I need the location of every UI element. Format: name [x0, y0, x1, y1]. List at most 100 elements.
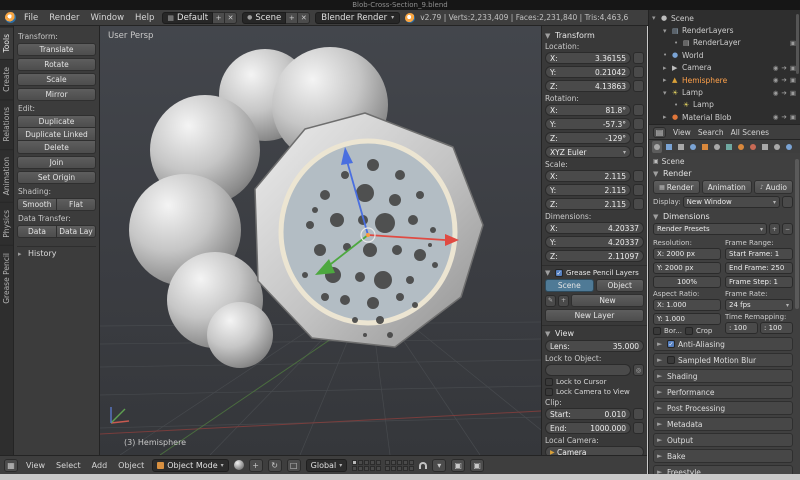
aspect-y-field[interactable]: Y: 1.000 — [653, 313, 721, 325]
start-frame-field[interactable]: Start Frame: 1 — [725, 248, 793, 260]
render-presets-select[interactable]: Render Presets ▾ — [653, 223, 767, 235]
tab-material-icon[interactable] — [748, 141, 758, 153]
add-menu[interactable]: Add — [89, 461, 111, 470]
lock-icon[interactable] — [633, 408, 644, 420]
duplicate-linked-button[interactable]: Duplicate Linked — [17, 128, 96, 141]
properties-scrollbar[interactable] — [795, 159, 799, 309]
rotation-mode-select[interactable]: XYZ Euler ▾ — [545, 146, 631, 158]
lock-icon[interactable] — [633, 118, 644, 130]
visibility-icon[interactable]: ◉ — [773, 89, 779, 97]
outliner-row-renderlayer[interactable]: • ▤ RenderLayer ▣ — [651, 37, 798, 49]
scale-button[interactable]: Scale — [17, 73, 96, 86]
resolution-percentage-field[interactable]: 100% — [653, 276, 721, 288]
outliner-search-menu[interactable]: Search — [698, 128, 724, 137]
renderability-icon[interactable]: ▣ — [790, 76, 796, 84]
selectability-icon[interactable]: ➔ — [781, 89, 786, 97]
display-select[interactable]: New Window ▾ — [682, 196, 780, 208]
outliner-view-menu[interactable]: View — [673, 128, 691, 137]
smooth-button[interactable]: Smooth — [17, 198, 57, 211]
expander-icon[interactable]: ▾ — [663, 27, 670, 35]
lens-field[interactable]: Lens: 35.000 — [545, 340, 644, 352]
gp-object-toggle[interactable]: Object — [595, 279, 644, 292]
lock-icon[interactable] — [633, 104, 644, 116]
render-panel-header[interactable]: ▼ Render — [653, 167, 793, 180]
tab-object-icon[interactable] — [700, 141, 710, 153]
lock-camera-checkbox[interactable] — [545, 388, 553, 396]
metadata-panel-header[interactable]: ► Metadata — [653, 417, 793, 431]
outliner-row-scene[interactable]: ▾ ● Scene — [651, 12, 798, 24]
lock-icon[interactable] — [633, 80, 644, 92]
remap-old-field[interactable]: : 100 — [725, 322, 758, 334]
opengl-render-anim-button[interactable]: ▣ — [470, 458, 485, 472]
eyedropper-icon[interactable]: ◎ — [633, 364, 644, 376]
gp-new-button[interactable]: New — [571, 294, 644, 307]
select-menu[interactable]: Select — [53, 461, 84, 470]
menu-render[interactable]: Render — [46, 13, 82, 23]
duplicate-button[interactable]: Duplicate — [17, 115, 96, 128]
tab-texture-icon[interactable] — [760, 141, 770, 153]
layer-cell[interactable] — [370, 465, 376, 471]
lock-icon[interactable] — [633, 422, 644, 434]
lock-icon[interactable] — [633, 146, 644, 158]
outliner-row-material-blob[interactable]: ▸ ● Material Blob ◉ ➔ ▣ — [651, 111, 798, 123]
aspect-x-field[interactable]: X: 1.000 — [653, 299, 721, 311]
layer-cell[interactable] — [409, 459, 415, 465]
location-z-field[interactable]: Z: 4.13863 — [545, 80, 631, 92]
layer-cell[interactable] — [370, 459, 376, 465]
tab-relations[interactable]: Relations — [0, 99, 13, 149]
menu-help[interactable]: Help — [132, 13, 157, 23]
layer-cell[interactable] — [409, 465, 415, 471]
mirror-button[interactable]: Mirror — [17, 88, 96, 101]
local-camera-field[interactable]: ▶ Camera — [545, 446, 644, 455]
rotation-y-field[interactable]: Y: -57.3° — [545, 118, 631, 130]
outliner-row-hemisphere[interactable]: ▸ ▲ Hemisphere ◉ ➔ ▣ — [651, 74, 798, 86]
layer-cell[interactable] — [364, 459, 370, 465]
gp-scene-toggle[interactable]: Scene — [545, 279, 594, 292]
layer-cell[interactable] — [352, 465, 358, 471]
layer-cell[interactable] — [403, 465, 409, 471]
resolution-y-field[interactable]: Y: 2000 px — [653, 262, 721, 274]
post-processing-panel-header[interactable]: ► Post Processing — [653, 401, 793, 415]
set-origin-button[interactable]: Set Origin — [17, 171, 96, 184]
remap-new-field[interactable]: : 100 — [760, 322, 793, 334]
preset-remove-button[interactable]: − — [782, 223, 793, 235]
tab-world-icon[interactable] — [688, 141, 698, 153]
visibility-icon[interactable]: ◉ — [773, 76, 779, 84]
manipulator-rotate-toggle[interactable]: ↻ — [267, 458, 282, 472]
snap-target-select[interactable]: ▾ — [432, 458, 447, 472]
transform-orientation-select[interactable]: Global ▾ — [305, 458, 348, 472]
blob-object[interactable] — [115, 35, 515, 395]
menu-file[interactable]: File — [21, 13, 41, 23]
blender-logo-icon[interactable] — [5, 12, 16, 23]
layout-add-button[interactable]: + — [213, 11, 226, 24]
expander-icon[interactable]: ▾ — [663, 89, 670, 97]
viewport-shading-button[interactable] — [233, 460, 244, 470]
outliner-scrollbar[interactable] — [796, 14, 799, 74]
scale-y-field[interactable]: Y: 2.115 — [545, 184, 631, 196]
rotation-x-field[interactable]: X: 81.8° — [545, 104, 631, 116]
scene-add-button[interactable]: + — [286, 11, 299, 24]
dimensions-panel-header[interactable]: ▼ Dimensions — [653, 210, 793, 223]
location-y-field[interactable]: Y: 0.21042 — [545, 66, 631, 78]
layer-cell[interactable] — [385, 459, 391, 465]
dimensions-y-field[interactable]: Y: 4.20337 — [545, 236, 644, 248]
tab-grease-pencil[interactable]: Grease Pencil — [0, 244, 13, 311]
anti-aliasing-checkbox[interactable]: ✓ — [667, 340, 675, 348]
outliner-row-lamp-data[interactable]: • ☀ Lamp — [651, 99, 798, 111]
translate-button[interactable]: Translate — [17, 43, 96, 56]
outliner-row-camera[interactable]: ▸ ▶ Camera ◉ ➔ ▣ — [651, 62, 798, 74]
grease-pencil-checkbox[interactable]: ✓ — [555, 269, 563, 277]
visibility-icon[interactable]: ◉ — [773, 64, 779, 72]
layer-cell[interactable] — [391, 459, 397, 465]
clip-start-field[interactable]: Start: 0.010 — [545, 408, 631, 420]
border-checkbox[interactable] — [653, 327, 661, 335]
renderability-icon[interactable]: ▣ — [790, 89, 796, 97]
dimensions-x-field[interactable]: X: 4.20337 — [545, 222, 644, 234]
editor-type-button[interactable]: ▤ — [653, 126, 666, 138]
resolution-x-field[interactable]: X: 2000 px — [653, 248, 721, 260]
layout-browse-icon[interactable]: ▦ — [167, 14, 174, 22]
layer-cell[interactable] — [376, 459, 382, 465]
scene-close-button[interactable]: ✕ — [298, 11, 311, 24]
layer-cell[interactable] — [364, 465, 370, 471]
layer-cell[interactable] — [397, 459, 403, 465]
